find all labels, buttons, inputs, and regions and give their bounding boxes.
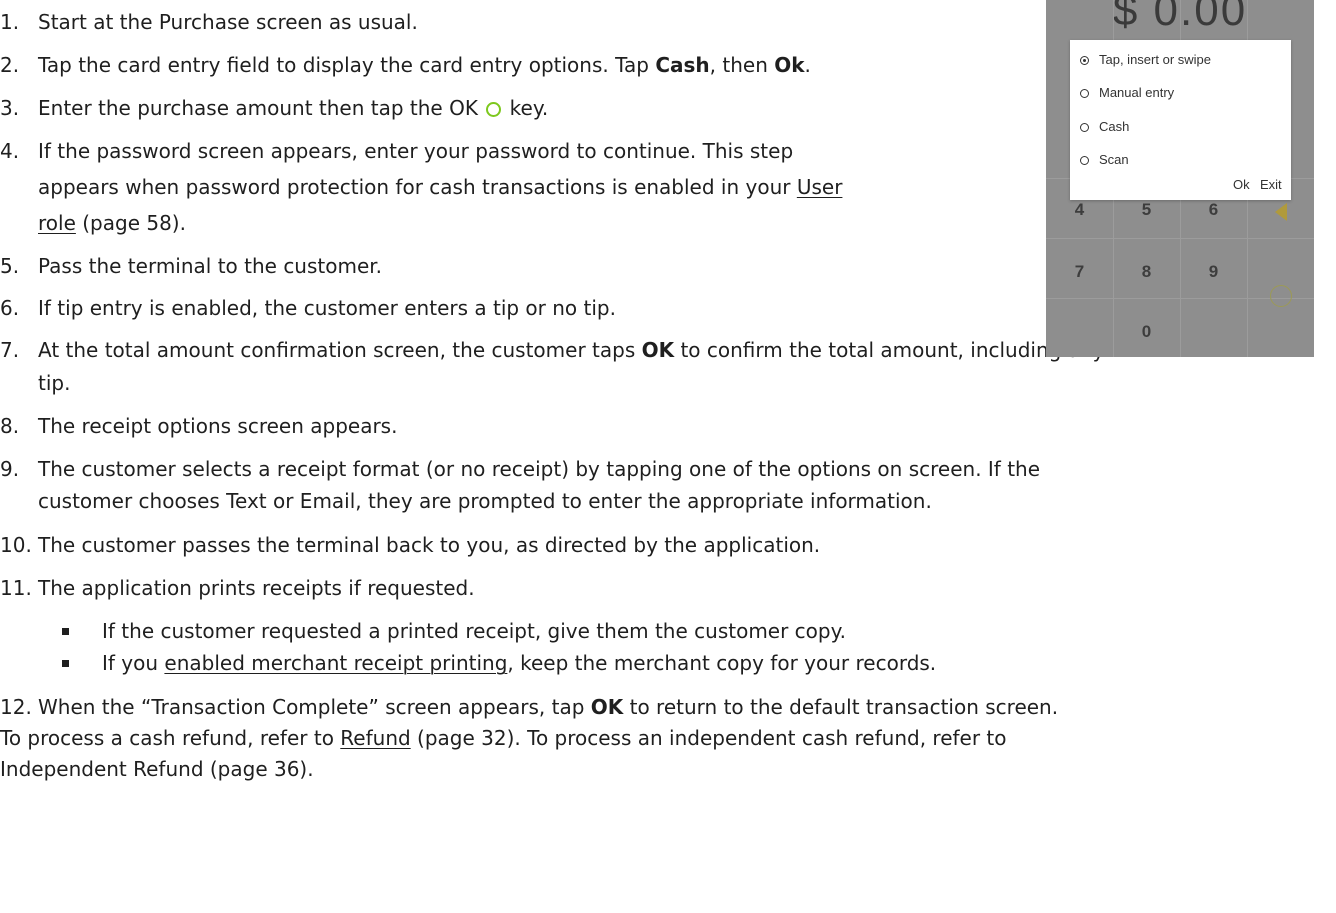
backspace-icon[interactable] bbox=[1275, 203, 1287, 221]
step-number: 7. bbox=[0, 338, 20, 362]
option-manual-entry[interactable]: Manual entry bbox=[1080, 83, 1174, 103]
step-number: 3. bbox=[0, 96, 20, 120]
exit-button[interactable]: Exit bbox=[1260, 175, 1282, 195]
step-text: When the “Transaction Complete” screen a… bbox=[38, 695, 1059, 719]
bullet-square-icon bbox=[62, 628, 69, 635]
step-number: 8. bbox=[0, 414, 20, 438]
radio-icon bbox=[1080, 156, 1089, 165]
refund-link[interactable]: Refund bbox=[340, 726, 410, 750]
step-text: The customer selects a receipt format (o… bbox=[38, 457, 1041, 481]
option-scan[interactable]: Scan bbox=[1080, 150, 1129, 170]
step-number: 5. bbox=[0, 254, 20, 278]
footer-paragraph: To process a cash refund, refer to Refun… bbox=[0, 726, 1007, 750]
radio-icon bbox=[1080, 123, 1089, 132]
key-8[interactable]: 8 bbox=[1113, 262, 1180, 282]
bullet-square-icon bbox=[62, 660, 69, 667]
step-text: Tap the card entry field to display the … bbox=[38, 53, 811, 77]
user-role-link[interactable]: User bbox=[797, 175, 843, 199]
key-0[interactable]: 0 bbox=[1113, 322, 1180, 342]
step-number: 10. bbox=[0, 533, 32, 557]
ok-key-icon bbox=[486, 102, 502, 117]
footer-paragraph-line-2: Independent Refund (page 36). bbox=[0, 757, 314, 781]
step-number: 12. bbox=[0, 695, 32, 719]
option-cash[interactable]: Cash bbox=[1080, 117, 1129, 137]
keypad-divider bbox=[1046, 238, 1314, 239]
step-text: Enter the purchase amount then tap the O… bbox=[38, 96, 549, 120]
step-number: 2. bbox=[0, 53, 20, 77]
card-entry-options-dialog: Tap, insert or swipe Manual entry Cash S… bbox=[1070, 40, 1291, 200]
key-6[interactable]: 6 bbox=[1180, 200, 1247, 220]
step-text: Start at the Purchase screen as usual. bbox=[38, 10, 418, 34]
step-text: If tip entry is enabled, the customer en… bbox=[38, 296, 616, 320]
step-number: 11. bbox=[0, 576, 32, 600]
step-text: The customer passes the terminal back to… bbox=[38, 533, 821, 557]
step-number: 9. bbox=[0, 457, 20, 481]
key-9[interactable]: 9 bbox=[1180, 262, 1247, 282]
ok-circle-icon[interactable] bbox=[1270, 285, 1292, 307]
radio-selected-icon bbox=[1080, 56, 1089, 65]
step-text: The application prints receipts if reque… bbox=[38, 576, 475, 600]
step-number: 1. bbox=[0, 10, 20, 34]
step-text: At the total amount confirmation screen,… bbox=[38, 338, 1105, 362]
step-text: Pass the terminal to the customer. bbox=[38, 254, 383, 278]
user-role-link-continued[interactable]: role bbox=[38, 211, 76, 235]
step-text: If the password screen appears, enter yo… bbox=[38, 139, 794, 163]
ok-button[interactable]: Ok bbox=[1233, 175, 1250, 195]
step-number: 6. bbox=[0, 296, 20, 320]
step-text: The receipt options screen appears. bbox=[38, 414, 398, 438]
merchant-receipt-link[interactable]: enabled merchant receipt printing bbox=[164, 651, 507, 675]
key-4[interactable]: 4 bbox=[1046, 200, 1113, 220]
key-5[interactable]: 5 bbox=[1113, 200, 1180, 220]
key-7[interactable]: 7 bbox=[1046, 262, 1113, 282]
radio-icon bbox=[1080, 89, 1089, 98]
option-tap-insert-swipe[interactable]: Tap, insert or swipe bbox=[1080, 50, 1211, 70]
step-number: 4. bbox=[0, 139, 20, 163]
